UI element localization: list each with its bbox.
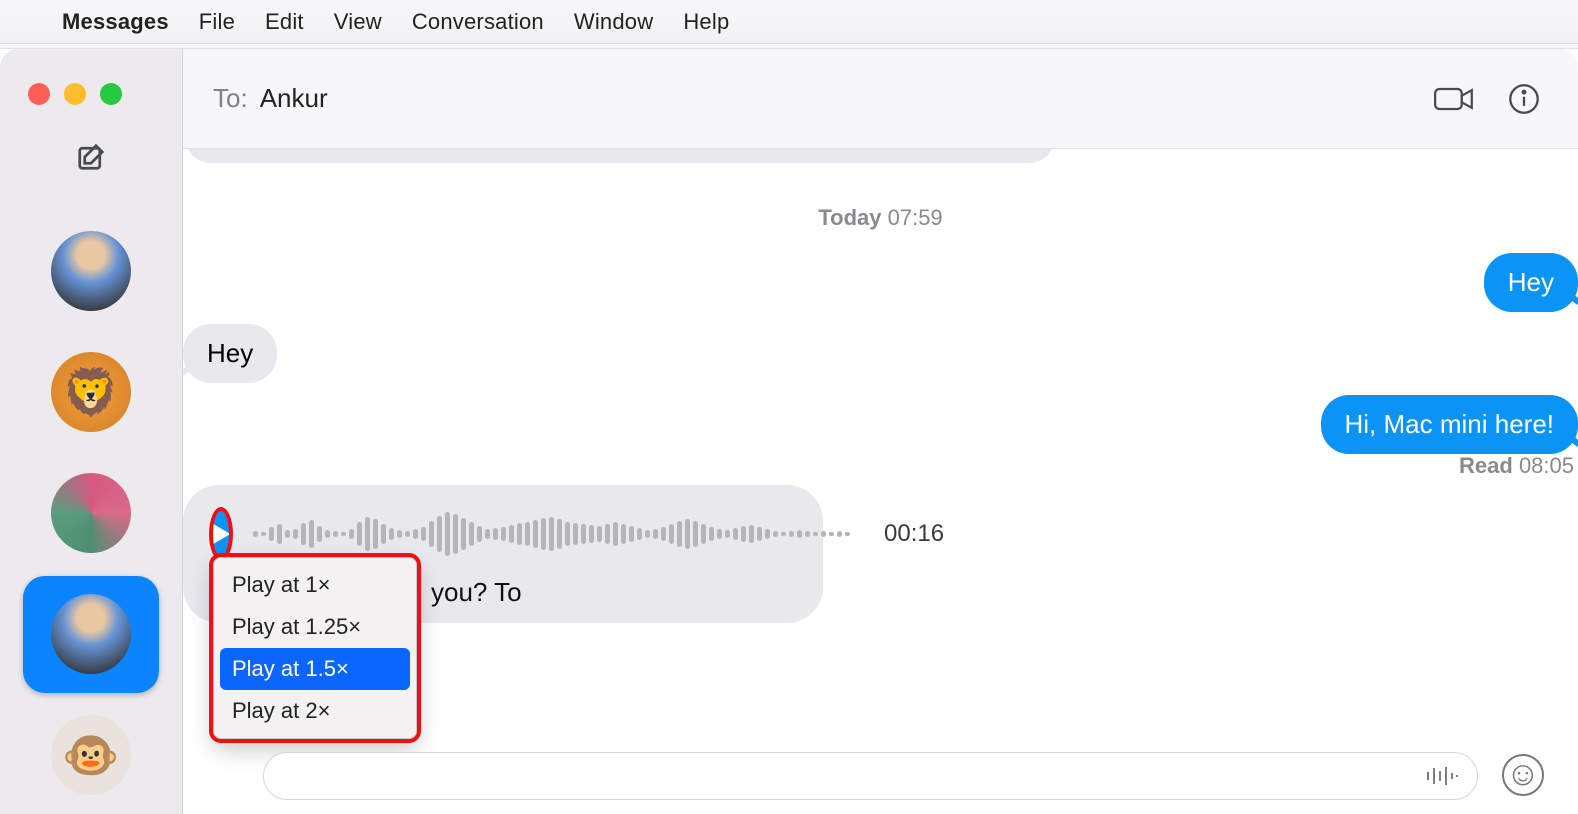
- message-bubble-received[interactable]: Hey: [183, 324, 277, 383]
- app-menu[interactable]: Messages: [62, 9, 169, 35]
- smiley-icon: ☺: [1506, 757, 1541, 791]
- playback-speed-menu: Play at 1× Play at 1.25× Play at 1.5× Pl…: [213, 557, 417, 739]
- details-button[interactable]: [1500, 79, 1548, 119]
- window-controls: [28, 83, 122, 105]
- audio-waveform[interactable]: [253, 509, 850, 559]
- fullscreen-window-button[interactable]: [100, 83, 122, 105]
- avatar: 🦁: [51, 352, 131, 432]
- conversation-item-selected[interactable]: [23, 576, 159, 693]
- playback-speed-option[interactable]: Play at 1.25×: [220, 606, 410, 648]
- conversation-item[interactable]: [23, 213, 159, 330]
- thread-timestamp: Today 07:59: [183, 205, 1578, 231]
- timestamp-day: Today: [818, 205, 881, 230]
- play-button[interactable]: [211, 509, 231, 559]
- menu-view[interactable]: View: [334, 9, 382, 35]
- conversation-header: To: Ankur: [183, 49, 1578, 149]
- read-receipt: Read 08:05: [1459, 453, 1574, 479]
- close-window-button[interactable]: [28, 83, 50, 105]
- menu-window[interactable]: Window: [574, 9, 653, 35]
- message-bubble-sent[interactable]: Hey: [1484, 253, 1578, 312]
- avatar: [51, 473, 131, 553]
- menu-edit[interactable]: Edit: [265, 9, 304, 35]
- menu-help[interactable]: Help: [683, 9, 729, 35]
- facetime-button[interactable]: [1430, 79, 1478, 119]
- minimize-window-button[interactable]: [64, 83, 86, 105]
- to-label: To:: [213, 83, 248, 114]
- message-input[interactable]: [263, 752, 1478, 800]
- timestamp-time: 07:59: [888, 205, 943, 230]
- audio-duration: 00:16: [872, 520, 944, 548]
- menu-conversation[interactable]: Conversation: [412, 9, 544, 35]
- compose-button[interactable]: [74, 141, 108, 173]
- avatar: 🐵: [51, 715, 131, 795]
- avatar: [51, 594, 131, 674]
- conversation-main: To: Ankur Today 07:59 Hey Hey Hi, Mac mi…: [183, 49, 1578, 814]
- conversation-sidebar: 🦁 🐵: [0, 49, 183, 814]
- menu-bar: Messages File Edit View Conversation Win…: [0, 0, 1578, 44]
- to-recipient[interactable]: Ankur: [260, 83, 328, 114]
- record-audio-icon[interactable]: [1425, 764, 1459, 788]
- emoji-picker-button[interactable]: ☺: [1502, 754, 1544, 796]
- playback-speed-option[interactable]: Play at 2×: [220, 690, 410, 732]
- playback-speed-option[interactable]: Play at 1×: [220, 564, 410, 606]
- previous-message-edge: [185, 149, 1055, 163]
- conversation-thread[interactable]: Today 07:59 Hey Hey Hi, Mac mini here! R…: [183, 149, 1578, 814]
- conversation-item[interactable]: [23, 455, 159, 572]
- conversation-item[interactable]: 🦁: [23, 334, 159, 451]
- message-bubble-sent[interactable]: Hi, Mac mini here!: [1321, 395, 1578, 454]
- avatar: [51, 231, 131, 311]
- audio-transcript-fragment: you? To: [431, 577, 522, 608]
- messages-window: 🦁 🐵 To: Ankur Today 07:59: [0, 48, 1578, 814]
- play-icon: [211, 523, 231, 545]
- conversation-item[interactable]: 🐵: [23, 697, 159, 814]
- menu-file[interactable]: File: [199, 9, 235, 35]
- playback-speed-option-selected[interactable]: Play at 1.5×: [220, 648, 410, 690]
